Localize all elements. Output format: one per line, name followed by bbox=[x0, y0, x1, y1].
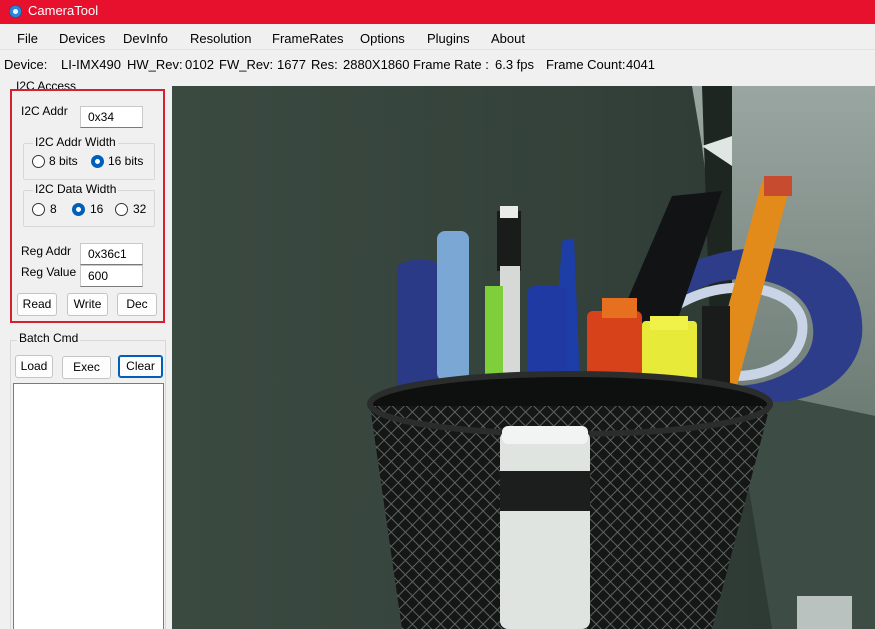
radio-addr-16bits[interactable] bbox=[91, 155, 104, 168]
i2c-addr-label: I2C Addr bbox=[21, 104, 68, 118]
light-blue-pen bbox=[437, 231, 469, 381]
menu-options[interactable]: Options bbox=[360, 31, 405, 46]
reg-value-label: Reg Value bbox=[21, 265, 77, 279]
batch-command-list[interactable] bbox=[13, 383, 164, 629]
fw-rev-label: FW_Rev: bbox=[219, 57, 274, 72]
menu-plugins[interactable]: Plugins bbox=[427, 31, 470, 46]
menu-bar: File Devices DevInfo Resolution FrameRat… bbox=[0, 26, 875, 50]
menu-file[interactable]: File bbox=[17, 31, 38, 46]
menu-devices[interactable]: Devices bbox=[59, 31, 105, 46]
i2c-addr-input[interactable]: 0x34 bbox=[80, 106, 143, 128]
device-label: Device: bbox=[4, 57, 48, 72]
i2c-access-panel: I2C Addr 0x34 I2C Addr Width 8 bits 16 b… bbox=[10, 89, 165, 323]
frame-count-label: Frame Count: bbox=[546, 57, 626, 72]
exec-button[interactable]: Exec bbox=[62, 356, 111, 379]
frame-count-value: 4041 bbox=[626, 57, 655, 72]
load-button[interactable]: Load bbox=[15, 355, 53, 378]
title-bar[interactable]: CameraTool bbox=[0, 0, 875, 24]
reg-addr-input[interactable]: 0x36c1 bbox=[80, 243, 143, 265]
radio-addr-8bits[interactable] bbox=[32, 155, 45, 168]
radio-data-8[interactable] bbox=[32, 203, 45, 216]
clear-button[interactable]: Clear bbox=[118, 355, 163, 378]
fw-rev-value: 1677 bbox=[277, 57, 306, 72]
i2c-addr-width-title: I2C Addr Width bbox=[33, 135, 118, 149]
hw-rev-value: 0102 bbox=[185, 57, 214, 72]
camera-preview[interactable] bbox=[172, 86, 875, 629]
menu-resolution[interactable]: Resolution bbox=[190, 31, 251, 46]
menu-devinfo[interactable]: DevInfo bbox=[123, 31, 168, 46]
menu-framerates[interactable]: FrameRates bbox=[272, 31, 344, 46]
write-button[interactable]: Write bbox=[67, 293, 108, 316]
device-info-bar: Device: LI-IMX490 HW_Rev: 0102 FW_Rev: 1… bbox=[0, 55, 875, 77]
window-title: CameraTool bbox=[28, 3, 99, 18]
frame-rate-label: Frame Rate : bbox=[413, 57, 489, 72]
menu-about[interactable]: About bbox=[491, 31, 525, 46]
radio-data-32-label: 32 bbox=[133, 202, 147, 216]
device-value: LI-IMX490 bbox=[61, 57, 121, 72]
radio-addr-16bits-label: 16 bits bbox=[108, 154, 144, 168]
dec-button[interactable]: Dec bbox=[117, 293, 157, 316]
frame-rate-value: 6.3 fps bbox=[495, 57, 535, 72]
camera-frame-image bbox=[172, 86, 875, 629]
resolution-value: 2880X1860 bbox=[343, 57, 410, 72]
read-button[interactable]: Read bbox=[17, 293, 57, 316]
camera-app-icon bbox=[9, 5, 22, 18]
resolution-label: Res: bbox=[311, 57, 338, 72]
radio-data-32[interactable] bbox=[115, 203, 128, 216]
radio-data-16-label: 16 bbox=[90, 202, 104, 216]
reg-value-input[interactable]: 600 bbox=[80, 265, 143, 287]
i2c-data-width-title: I2C Data Width bbox=[33, 182, 119, 196]
batch-cmd-title: Batch Cmd bbox=[17, 331, 81, 345]
hw-rev-label: HW_Rev: bbox=[127, 57, 183, 72]
radio-addr-8bits-label: 8 bits bbox=[49, 154, 78, 168]
radio-data-8-label: 8 bbox=[50, 202, 57, 216]
reg-addr-label: Reg Addr bbox=[21, 244, 72, 258]
radio-data-16[interactable] bbox=[72, 203, 85, 216]
